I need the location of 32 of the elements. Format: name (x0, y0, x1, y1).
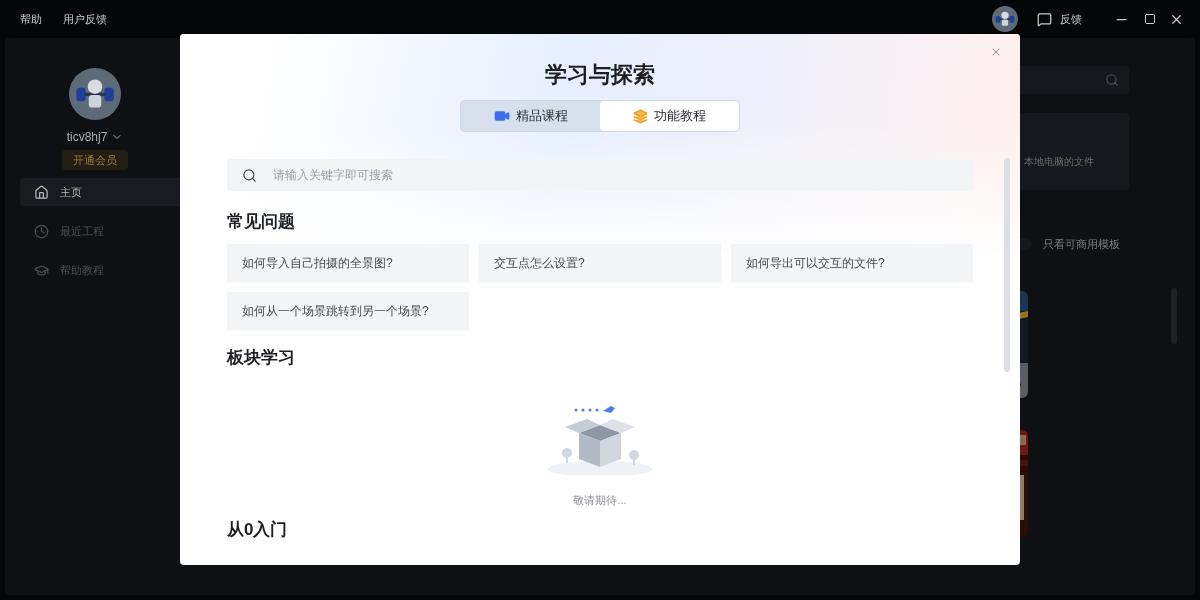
clock-icon (34, 223, 49, 239)
user-avatar[interactable] (992, 6, 1018, 32)
vip-button[interactable]: 开通会员 (62, 150, 128, 170)
username[interactable]: ticv8hj7 (66, 128, 108, 146)
section-heading: 从0入门 (227, 519, 289, 541)
search-input[interactable]: 请输入关键字即可搜索 (273, 166, 958, 184)
maximize-icon[interactable] (1144, 13, 1156, 25)
question-chip[interactable]: 如何导入自己拍摄的全景图? (227, 244, 469, 282)
layers-icon (633, 108, 648, 124)
question-chip[interactable]: 交互点怎么设置? (479, 244, 721, 282)
feedback-link[interactable]: 反馈 (1060, 10, 1082, 28)
search-field[interactable]: 请输入关键字即可搜索 (227, 159, 973, 191)
question-chip[interactable]: 如何从一个场景跳转到另一个场景? (227, 292, 469, 330)
tab[interactable]: 功能教程 (600, 101, 739, 131)
question-chip[interactable]: 如何导出可以交互的文件? (731, 244, 973, 282)
toggle-label: 只看可商用模板 (1043, 237, 1120, 252)
search-icon (242, 167, 257, 183)
section-heading: 板块学习 (227, 347, 296, 369)
home-icon (34, 184, 49, 200)
graduation-cap-icon (34, 262, 49, 278)
menu-item[interactable]: 用户反馈 (63, 10, 107, 28)
scrollbar-thumb[interactable] (1004, 158, 1010, 372)
empty-state-text: 敬请期待... (573, 493, 627, 508)
video-camera-icon (493, 108, 510, 124)
dialog-title: 学习与探索 (545, 61, 655, 89)
profile-avatar[interactable] (69, 68, 121, 120)
feedback-icon[interactable] (1037, 11, 1052, 27)
tab[interactable]: 精品课程 (461, 101, 600, 131)
search-icon (1105, 73, 1119, 87)
menu-item[interactable]: 帮助 (20, 10, 42, 28)
section-heading: 常见问题 (227, 211, 296, 233)
card-description: 本地电脑的文件 (1024, 155, 1094, 169)
